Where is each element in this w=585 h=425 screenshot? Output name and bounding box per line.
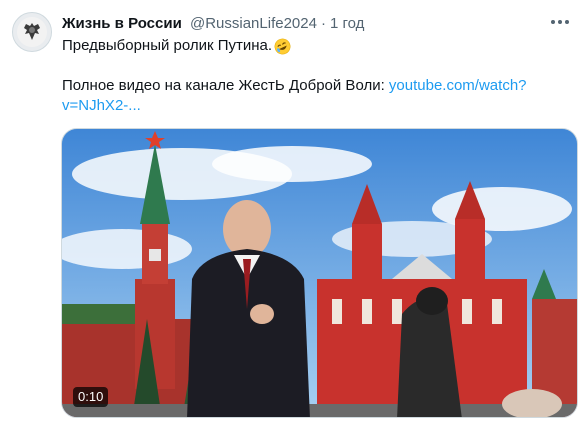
avatar[interactable] xyxy=(12,12,52,52)
video-frame xyxy=(62,129,577,417)
rolling-on-floor-laughing-emoji xyxy=(274,38,291,54)
video-duration: 0:10 xyxy=(73,387,109,407)
author-name[interactable]: Жизнь в России xyxy=(62,15,182,32)
tweet-body: Предвыборный ролик Путина. Полное видео … xyxy=(62,36,577,116)
video-player[interactable]: 0:10 xyxy=(61,128,578,418)
double-headed-eagle-icon xyxy=(17,17,47,47)
tweet-header: Жизнь в России @RussianLife2024 · 1 год xyxy=(62,14,364,34)
tweet-text-line1: Предвыборный ролик Путина. xyxy=(62,37,273,54)
tweet-text-line2: Полное видео на канале ЖестЬ Доброй Воли… xyxy=(62,77,385,94)
more-button[interactable] xyxy=(545,10,575,34)
timestamp[interactable]: 1 год xyxy=(330,15,364,32)
separator-dot: · xyxy=(320,15,326,32)
author-handle[interactable]: @RussianLife2024 xyxy=(190,15,317,32)
more-icon xyxy=(551,20,569,24)
